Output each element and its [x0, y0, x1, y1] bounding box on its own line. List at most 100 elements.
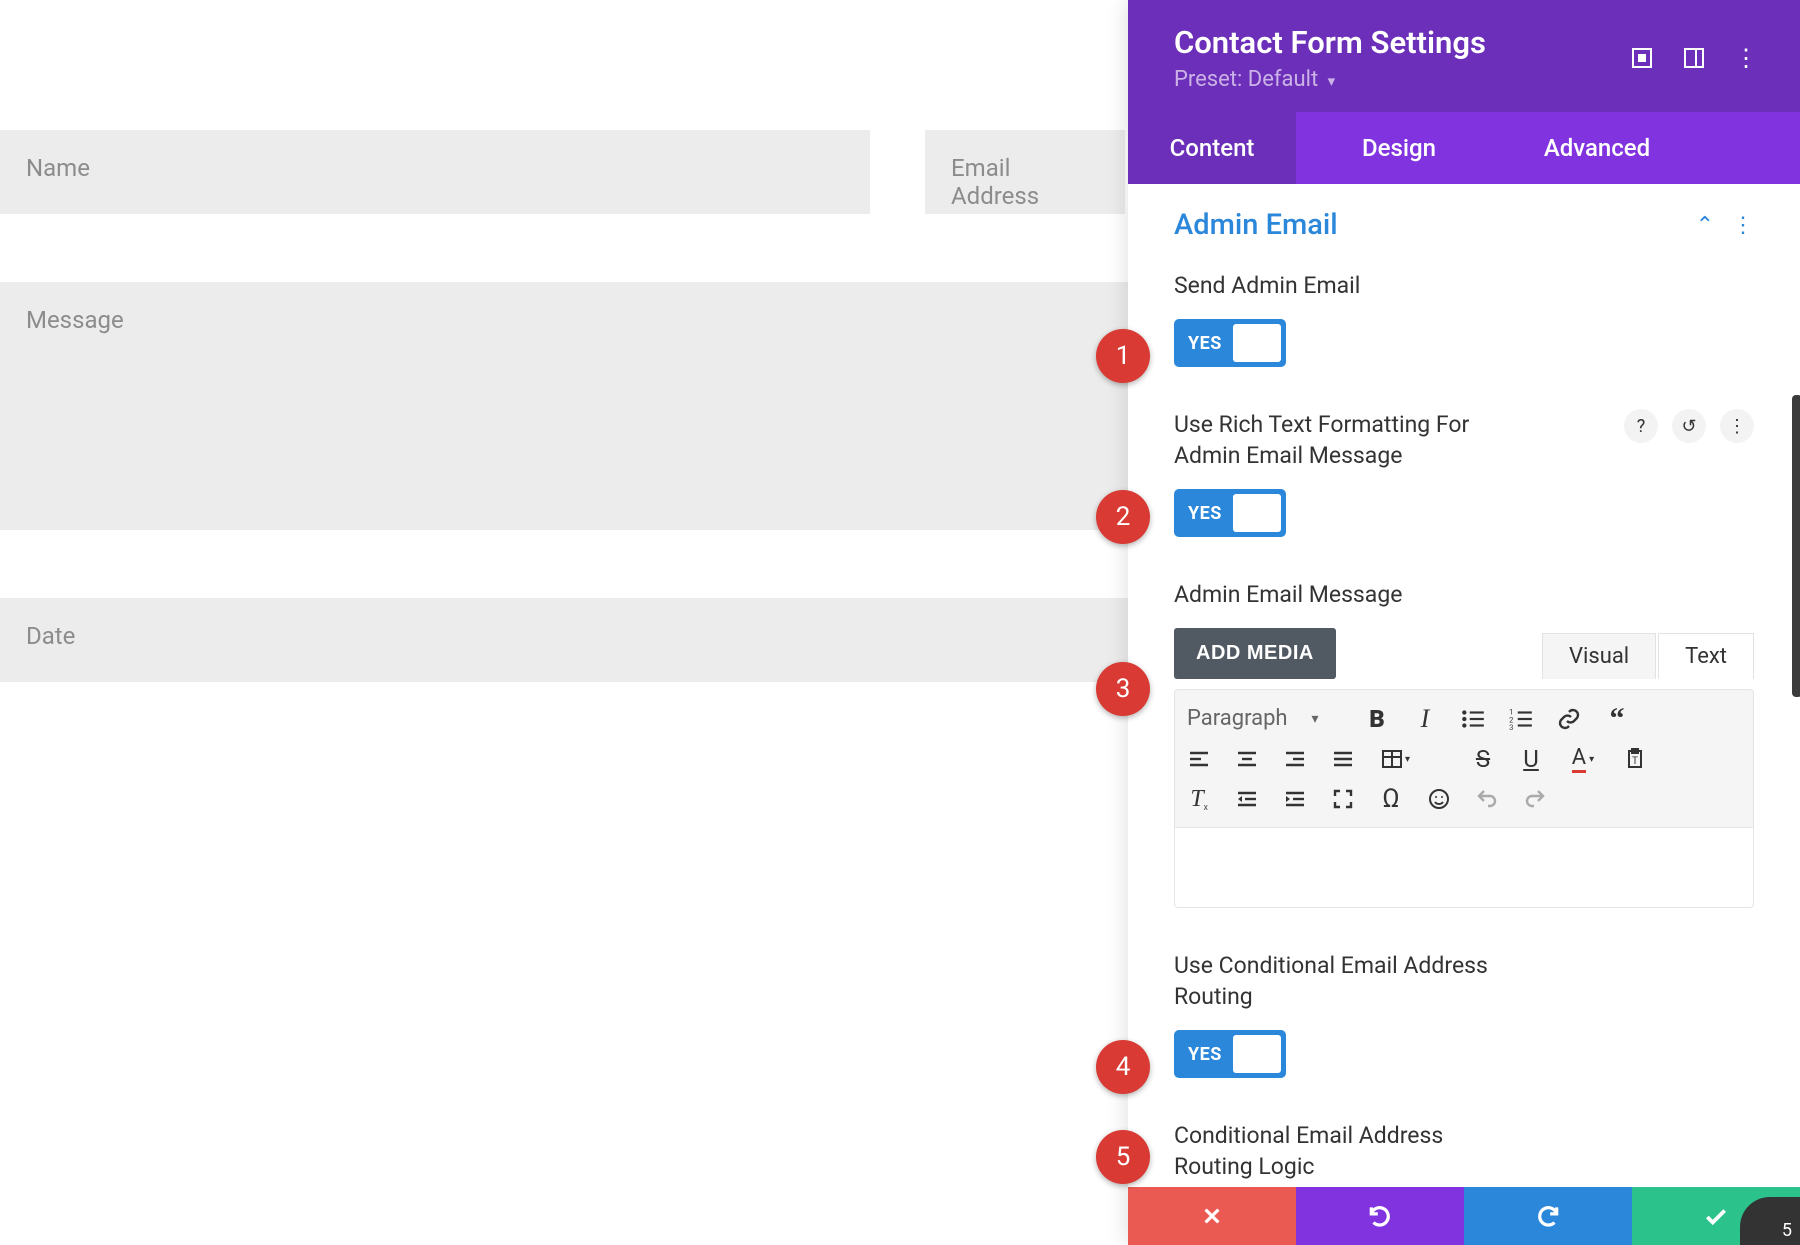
- svg-text:3: 3: [1509, 723, 1513, 732]
- reset-icon[interactable]: ↺: [1672, 409, 1706, 443]
- message-field[interactable]: Message: [0, 282, 1128, 530]
- outdent-icon[interactable]: [1233, 785, 1261, 813]
- numbered-list-icon[interactable]: 123: [1507, 705, 1535, 733]
- align-right-icon[interactable]: [1281, 745, 1309, 773]
- chevron-down-icon: ▾: [1312, 711, 1319, 727]
- indent-icon[interactable]: [1281, 785, 1309, 813]
- editor-tab-visual[interactable]: Visual: [1542, 633, 1656, 679]
- kebab-icon[interactable]: ⋮: [1734, 46, 1758, 70]
- undo-button[interactable]: [1296, 1187, 1464, 1245]
- panel-body: Admin Email ⌃ ⋮ Send Admin Email YES Use…: [1128, 184, 1800, 1187]
- setting-label: Conditional Email Address Routing Logic: [1174, 1120, 1484, 1182]
- section-header[interactable]: Admin Email ⌃ ⋮: [1174, 208, 1754, 242]
- toggle-yes-label: YES: [1188, 333, 1222, 354]
- setting-conditional-routing: Use Conditional Email Address Routing YE…: [1174, 950, 1754, 1078]
- toggle-knob: [1233, 1035, 1281, 1073]
- toggle-knob: [1233, 324, 1281, 362]
- check-icon: [1703, 1203, 1729, 1229]
- setting-label: Use Conditional Email Address Routing: [1174, 950, 1524, 1012]
- help-icon[interactable]: ?: [1624, 409, 1658, 443]
- tab-content[interactable]: Content: [1128, 112, 1296, 184]
- date-placeholder: Date: [26, 622, 75, 650]
- toggle-yes-label: YES: [1188, 1044, 1222, 1065]
- undo-icon[interactable]: [1473, 785, 1501, 813]
- preset-label: Preset: Default: [1174, 67, 1318, 92]
- message-placeholder: Message: [26, 306, 124, 334]
- preset-dropdown[interactable]: Preset: Default ▾: [1174, 67, 1486, 92]
- underline-icon[interactable]: U: [1517, 745, 1545, 773]
- toggle-conditional-routing[interactable]: YES: [1174, 1030, 1286, 1078]
- undo-icon: [1367, 1203, 1393, 1229]
- strikethrough-icon[interactable]: S: [1469, 745, 1497, 773]
- settings-panel: Contact Form Settings Preset: Default ▾ …: [1128, 0, 1800, 1245]
- setting-routing-logic: Conditional Email Address Routing Logic: [1174, 1120, 1754, 1182]
- callout-3: 3: [1096, 662, 1150, 716]
- setting-send-admin-email: Send Admin Email YES: [1174, 270, 1754, 367]
- bullet-list-icon[interactable]: [1459, 705, 1487, 733]
- bold-icon[interactable]: B: [1363, 705, 1391, 733]
- editor-tab-text[interactable]: Text: [1658, 633, 1754, 679]
- callout-5: 5: [1096, 1130, 1150, 1184]
- expand-icon[interactable]: [1630, 46, 1654, 70]
- panel-header: Contact Form Settings Preset: Default ▾ …: [1128, 0, 1800, 112]
- corner-badge: 5: [1740, 1197, 1800, 1245]
- setting-email-message: Admin Email Message ADD MEDIA Visual Tex…: [1174, 579, 1754, 908]
- email-field[interactable]: Email Address: [925, 130, 1125, 214]
- snap-right-icon[interactable]: [1682, 46, 1706, 70]
- special-char-icon[interactable]: Ω: [1377, 785, 1405, 813]
- table-icon[interactable]: ▾: [1377, 745, 1413, 773]
- name-field[interactable]: Name: [0, 130, 870, 214]
- tab-design[interactable]: Design: [1296, 112, 1502, 184]
- align-center-icon[interactable]: [1233, 745, 1261, 773]
- setting-rich-text: Use Rich Text Formatting For Admin Email…: [1174, 409, 1754, 537]
- svg-text:T: T: [1632, 756, 1638, 767]
- setting-label: Send Admin Email: [1174, 270, 1754, 301]
- align-justify-icon[interactable]: [1329, 745, 1357, 773]
- link-icon[interactable]: [1555, 705, 1583, 733]
- redo-icon[interactable]: [1521, 785, 1549, 813]
- page-preview: Name Email Address Message Date: [0, 0, 1128, 1245]
- quote-icon[interactable]: “: [1603, 705, 1631, 733]
- clear-format-icon[interactable]: Tₓ: [1185, 785, 1213, 813]
- toggle-rich-text[interactable]: YES: [1174, 489, 1286, 537]
- setting-label: Admin Email Message: [1174, 579, 1754, 610]
- paragraph-dropdown[interactable]: Paragraph ▾: [1185, 704, 1343, 733]
- add-media-button[interactable]: ADD MEDIA: [1174, 628, 1336, 679]
- cancel-button[interactable]: [1128, 1187, 1296, 1245]
- emoji-icon[interactable]: [1425, 785, 1453, 813]
- tab-advanced[interactable]: Advanced: [1502, 112, 1692, 184]
- email-placeholder: Email Address: [951, 154, 1099, 210]
- toggle-send-admin-email[interactable]: YES: [1174, 319, 1286, 367]
- callout-2: 2: [1096, 490, 1150, 544]
- toggle-knob: [1233, 494, 1281, 532]
- setting-kebab-icon[interactable]: ⋮: [1720, 409, 1754, 443]
- align-left-icon[interactable]: [1185, 745, 1213, 773]
- redo-icon: [1535, 1203, 1561, 1229]
- editor-toolbar: Paragraph ▾ B I 123 “: [1174, 689, 1754, 828]
- close-icon: [1201, 1205, 1223, 1227]
- chevron-down-icon: ▾: [1328, 72, 1336, 90]
- section-title: Admin Email: [1174, 208, 1338, 242]
- panel-footer: [1128, 1187, 1800, 1245]
- panel-title: Contact Form Settings: [1174, 24, 1486, 61]
- section-kebab-icon[interactable]: ⋮: [1732, 213, 1754, 238]
- name-placeholder: Name: [26, 154, 90, 182]
- italic-icon[interactable]: I: [1411, 705, 1439, 733]
- setting-label: Use Rich Text Formatting For Admin Email…: [1174, 409, 1504, 471]
- paragraph-label: Paragraph: [1187, 706, 1288, 731]
- header-icon-group: ⋮: [1630, 46, 1758, 70]
- toggle-yes-label: YES: [1188, 503, 1222, 524]
- callout-1: 1: [1096, 329, 1150, 383]
- fullscreen-icon[interactable]: [1329, 785, 1357, 813]
- editor-textarea[interactable]: [1174, 828, 1754, 908]
- date-field[interactable]: Date: [0, 598, 1128, 682]
- section-admin-email: Admin Email ⌃ ⋮ Send Admin Email YES Use…: [1128, 208, 1800, 1182]
- collapse-icon[interactable]: ⌃: [1696, 213, 1714, 238]
- redo-button[interactable]: [1464, 1187, 1632, 1245]
- text-color-icon[interactable]: A▾: [1565, 745, 1601, 773]
- callout-4: 4: [1096, 1040, 1150, 1094]
- scrollbar-thumb[interactable]: [1792, 395, 1800, 697]
- paste-text-icon[interactable]: T: [1621, 745, 1649, 773]
- panel-tabs: Content Design Advanced: [1128, 112, 1800, 184]
- setting-mini-icons: ? ↺ ⋮: [1624, 409, 1754, 443]
